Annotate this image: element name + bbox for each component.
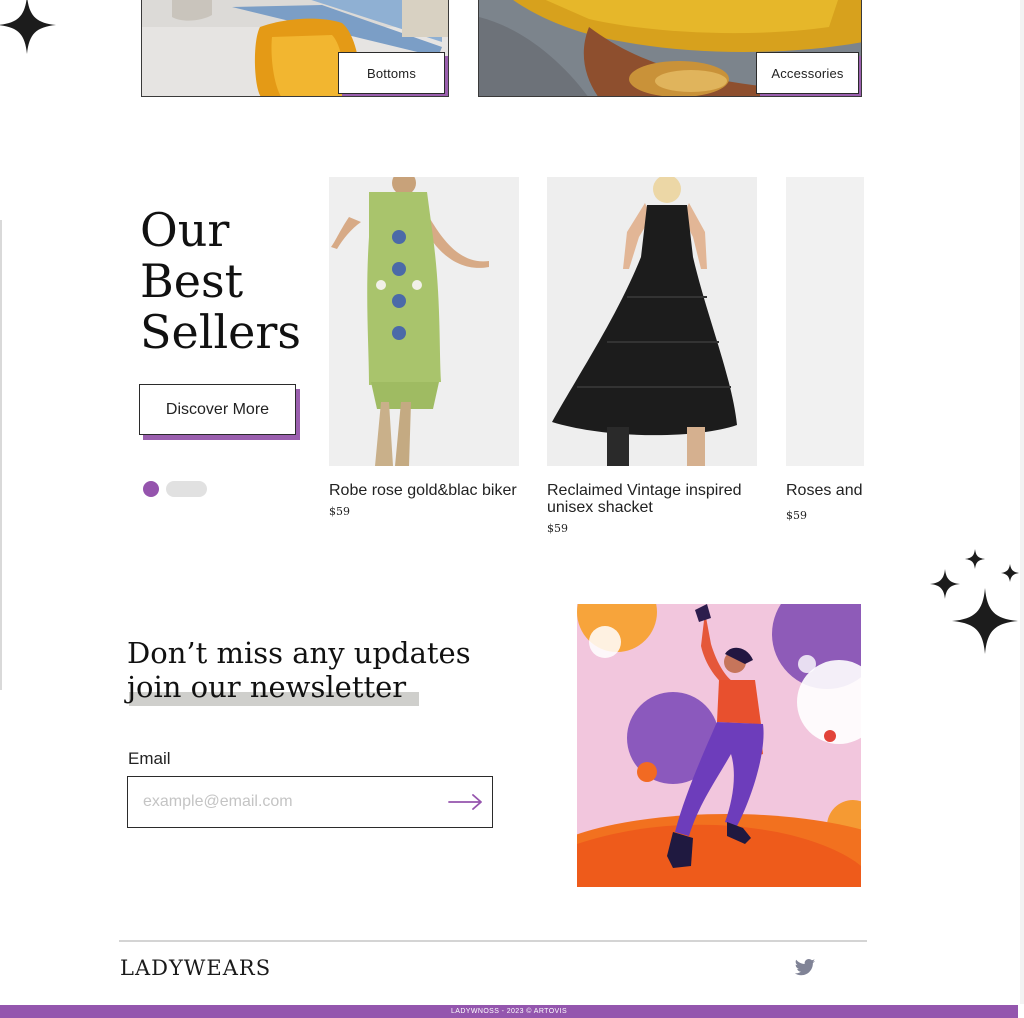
- sparkle-icon: [952, 588, 1018, 654]
- carousel-dot-active[interactable]: [143, 481, 159, 497]
- product-name[interactable]: Robe rose gold&blac biker: [329, 482, 519, 499]
- product-card[interactable]: Reclaimed Vintage inspired unisex shacke…: [547, 177, 757, 535]
- discover-more-button[interactable]: Discover More: [139, 384, 296, 435]
- best-sellers-title: Our Best Sellers: [140, 205, 330, 358]
- category-label-accessories[interactable]: Accessories: [756, 52, 859, 94]
- best-sellers-title-line: Best: [140, 254, 244, 308]
- newsletter-illustration: [577, 604, 861, 887]
- carousel-dot[interactable]: [166, 481, 207, 497]
- sparkle-icon: [0, 0, 56, 54]
- right-edge-shadow: [1020, 0, 1024, 1004]
- product-card[interactable]: Robe rose gold&blac biker $59: [329, 177, 519, 518]
- newsletter-title-line: Don’t miss any updates: [127, 636, 471, 670]
- product-image: [786, 177, 864, 466]
- best-sellers-title-line: Our: [140, 203, 230, 257]
- product-name[interactable]: Reclaimed Vintage inspired unisex shacke…: [547, 482, 757, 516]
- newsletter-title-line: join our newsletter: [127, 670, 407, 704]
- left-edge-divider: [0, 220, 2, 690]
- crochet-dress-image: [329, 177, 519, 466]
- arrow-right-icon: [448, 794, 482, 810]
- subscribe-button[interactable]: [440, 777, 492, 827]
- newsletter-title: Don’t miss any updates join our newslett…: [127, 636, 547, 704]
- category-label-bottoms[interactable]: Bottoms: [338, 52, 445, 94]
- product-price: $59: [329, 505, 350, 518]
- best-sellers-title-line: Sellers: [140, 305, 301, 359]
- email-form: [127, 776, 493, 828]
- sparkle-icon: [1001, 564, 1019, 582]
- email-label: Email: [128, 749, 171, 768]
- black-dress-image: [547, 177, 757, 466]
- product-price: $59: [547, 522, 568, 535]
- footer-divider: [119, 940, 867, 942]
- product-name[interactable]: Roses and womens: [786, 482, 864, 499]
- copyright-bar: LADYWNOSS - 2023 © ARTOVIS: [0, 1005, 1018, 1018]
- twitter-icon[interactable]: [794, 958, 816, 978]
- product-price: $59: [786, 509, 807, 522]
- copyright-text: LADYWNOSS - 2023 © ARTOVIS: [450, 1008, 568, 1015]
- product-card[interactable]: Roses and womens $59: [786, 177, 864, 522]
- category-tile-bottoms[interactable]: Bottoms: [141, 0, 449, 97]
- product-image: [329, 177, 519, 466]
- category-tile-accessories[interactable]: Accessories: [478, 0, 862, 97]
- product-carousel: Robe rose gold&blac biker $59 Reclaimed …: [328, 177, 864, 557]
- product-image: [547, 177, 757, 466]
- dancing-woman-illustration: [577, 604, 861, 887]
- footer-brand-logo[interactable]: LADYWEARS: [120, 956, 271, 980]
- sparkle-icon: [965, 549, 985, 569]
- email-input[interactable]: [128, 777, 440, 827]
